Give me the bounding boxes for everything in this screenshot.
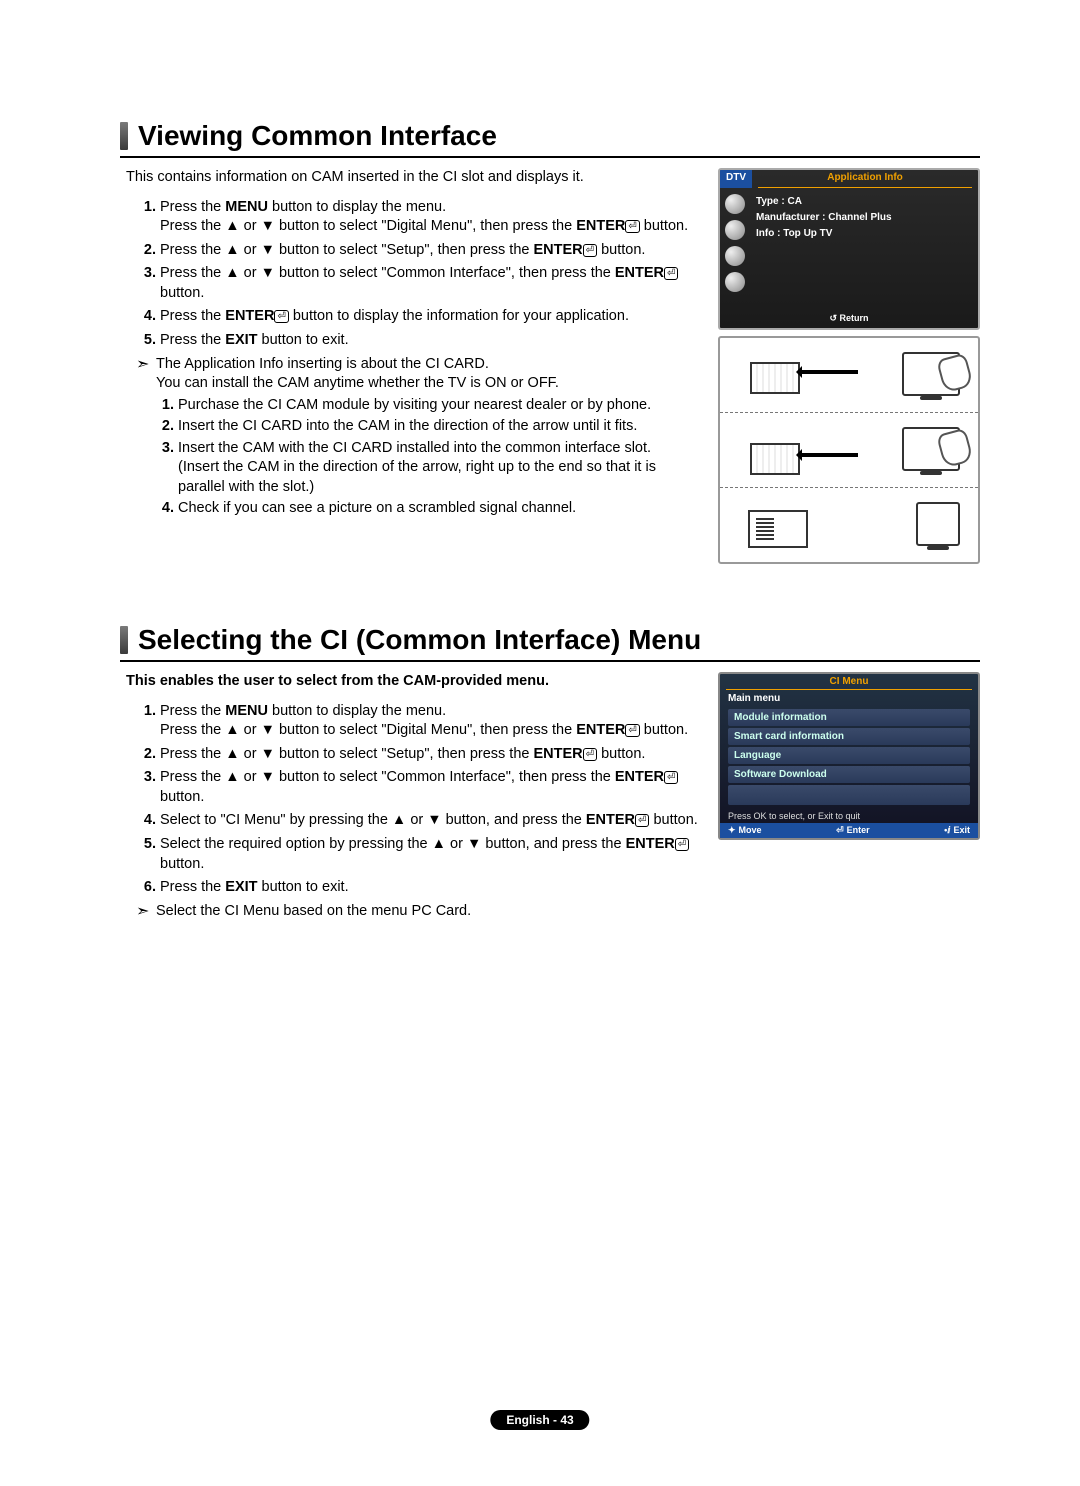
page-number: English - 43 xyxy=(490,1410,589,1430)
misc-icon xyxy=(725,272,745,292)
section-title-viewing-ci: Viewing Common Interface xyxy=(120,120,980,158)
step-2: Press the ▲ or ▼ button to select "Setup… xyxy=(160,241,698,261)
section1-text: This contains information on CAM inserte… xyxy=(120,168,698,564)
section1-row: This contains information on CAM inserte… xyxy=(120,168,980,564)
manual-page: Viewing Common Interface This contains i… xyxy=(0,0,1080,1486)
step-3: Press the ▲ or ▼ button to select "Commo… xyxy=(160,264,698,303)
note-arrow-icon: ➣ xyxy=(136,902,156,922)
substep-3: Insert the CAM with the CI CARD installe… xyxy=(178,439,698,498)
enter-icon: ⏎ xyxy=(274,310,288,323)
dtv-return-label: Return xyxy=(829,313,868,324)
arrow-left-icon xyxy=(798,453,858,457)
cimenu-item: Language xyxy=(728,747,970,764)
section2-note: ➣ Select the CI Menu based on the menu P… xyxy=(136,902,698,922)
enter-icon: ⏎ xyxy=(675,838,689,851)
substep-1: Purchase the CI CAM module by visiting y… xyxy=(178,396,698,416)
section1-note: ➣ The Application Info inserting is abou… xyxy=(136,355,698,394)
dtv-tag: DTV xyxy=(720,170,752,188)
ci-card-diagrams xyxy=(718,336,980,564)
dtv-app-title: Application Info xyxy=(758,170,972,188)
substep-4: Check if you can see a picture on a scra… xyxy=(178,499,698,519)
enter-icon: ⏎ xyxy=(635,814,649,827)
cimenu-item: Smart card information xyxy=(728,728,970,745)
ci-menu-screenshot: CI Menu Main menu Module information Sma… xyxy=(718,672,980,840)
enter-icon: ⏎ xyxy=(625,724,639,737)
arrow-left-icon xyxy=(798,370,858,374)
cimenu-item: Software Download xyxy=(728,766,970,783)
diagram-insert-card xyxy=(720,338,978,413)
cimenu-title: CI Menu xyxy=(726,674,972,690)
section2-figure: CI Menu Main menu Module information Sma… xyxy=(718,672,980,921)
step-1: Press the MENU button to display the men… xyxy=(160,198,698,237)
step-6: Press the EXIT button to exit. xyxy=(160,878,698,898)
section1-figures: DTV Application Info Type : CA Manufactu… xyxy=(718,168,980,564)
enter-icon: ⏎ xyxy=(583,748,597,761)
dtv-application-info-screenshot: DTV Application Info Type : CA Manufactu… xyxy=(718,168,980,330)
enter-icon: ⏎ xyxy=(664,771,678,784)
cimenu-main-label: Main menu xyxy=(720,690,978,707)
step-5: Select the required option by pressing t… xyxy=(160,835,698,874)
tv-rear-icon xyxy=(916,502,960,546)
section-title-selecting-ci-menu: Selecting the CI (Common Interface) Menu xyxy=(120,624,980,662)
dtv-line-info: Info : Top Up TV xyxy=(756,226,892,242)
cimenu-prompt: Press OK to select, or Exit to quit xyxy=(720,807,978,823)
step-1: Press the MENU button to display the men… xyxy=(160,702,698,741)
droplet-icon xyxy=(725,220,745,240)
step-5: Press the EXIT button to exit. xyxy=(160,331,698,351)
step-2: Press the ▲ or ▼ button to select "Setup… xyxy=(160,745,698,765)
substep-2: Insert the CI CARD into the CAM in the d… xyxy=(178,417,698,437)
dtv-side-icons xyxy=(720,188,750,308)
enter-icon: ⏎ xyxy=(625,220,639,233)
cimenu-enter-label: Enter xyxy=(836,825,870,836)
cimenu-item-blank xyxy=(728,785,970,805)
gear-icon xyxy=(725,246,745,266)
section2-steps: Press the MENU button to display the men… xyxy=(120,702,698,898)
globe-icon xyxy=(725,194,745,214)
step-4: Select to "CI Menu" by pressing the ▲ or… xyxy=(160,811,698,831)
section1-steps: Press the MENU button to display the men… xyxy=(120,198,698,351)
enter-icon: ⏎ xyxy=(664,267,678,280)
dtv-line-type: Type : CA xyxy=(756,194,892,210)
cimenu-move-label: Move xyxy=(728,825,762,836)
section2-text: This enables the user to select from the… xyxy=(120,672,698,921)
cimenu-item: Module information xyxy=(728,709,970,726)
diagram-module-slot xyxy=(720,488,978,562)
section1-substeps: Purchase the CI CAM module by visiting y… xyxy=(120,396,698,519)
section2-intro: This enables the user to select from the… xyxy=(126,672,698,692)
section1-intro: This contains information on CAM inserte… xyxy=(126,168,698,188)
cimenu-footer: Move Enter Exit xyxy=(720,823,978,838)
section2-row: This enables the user to select from the… xyxy=(120,672,980,921)
cimenu-exit-label: Exit xyxy=(944,825,970,836)
step-3: Press the ▲ or ▼ button to select "Commo… xyxy=(160,768,698,807)
dtv-line-manufacturer: Manufacturer : Channel Plus xyxy=(756,210,892,226)
cam-module-icon xyxy=(748,510,808,548)
diagram-insert-cam xyxy=(720,413,978,488)
enter-icon: ⏎ xyxy=(583,244,597,257)
step-4: Press the ENTER⏎ button to display the i… xyxy=(160,307,698,327)
note-arrow-icon: ➣ xyxy=(136,355,156,394)
